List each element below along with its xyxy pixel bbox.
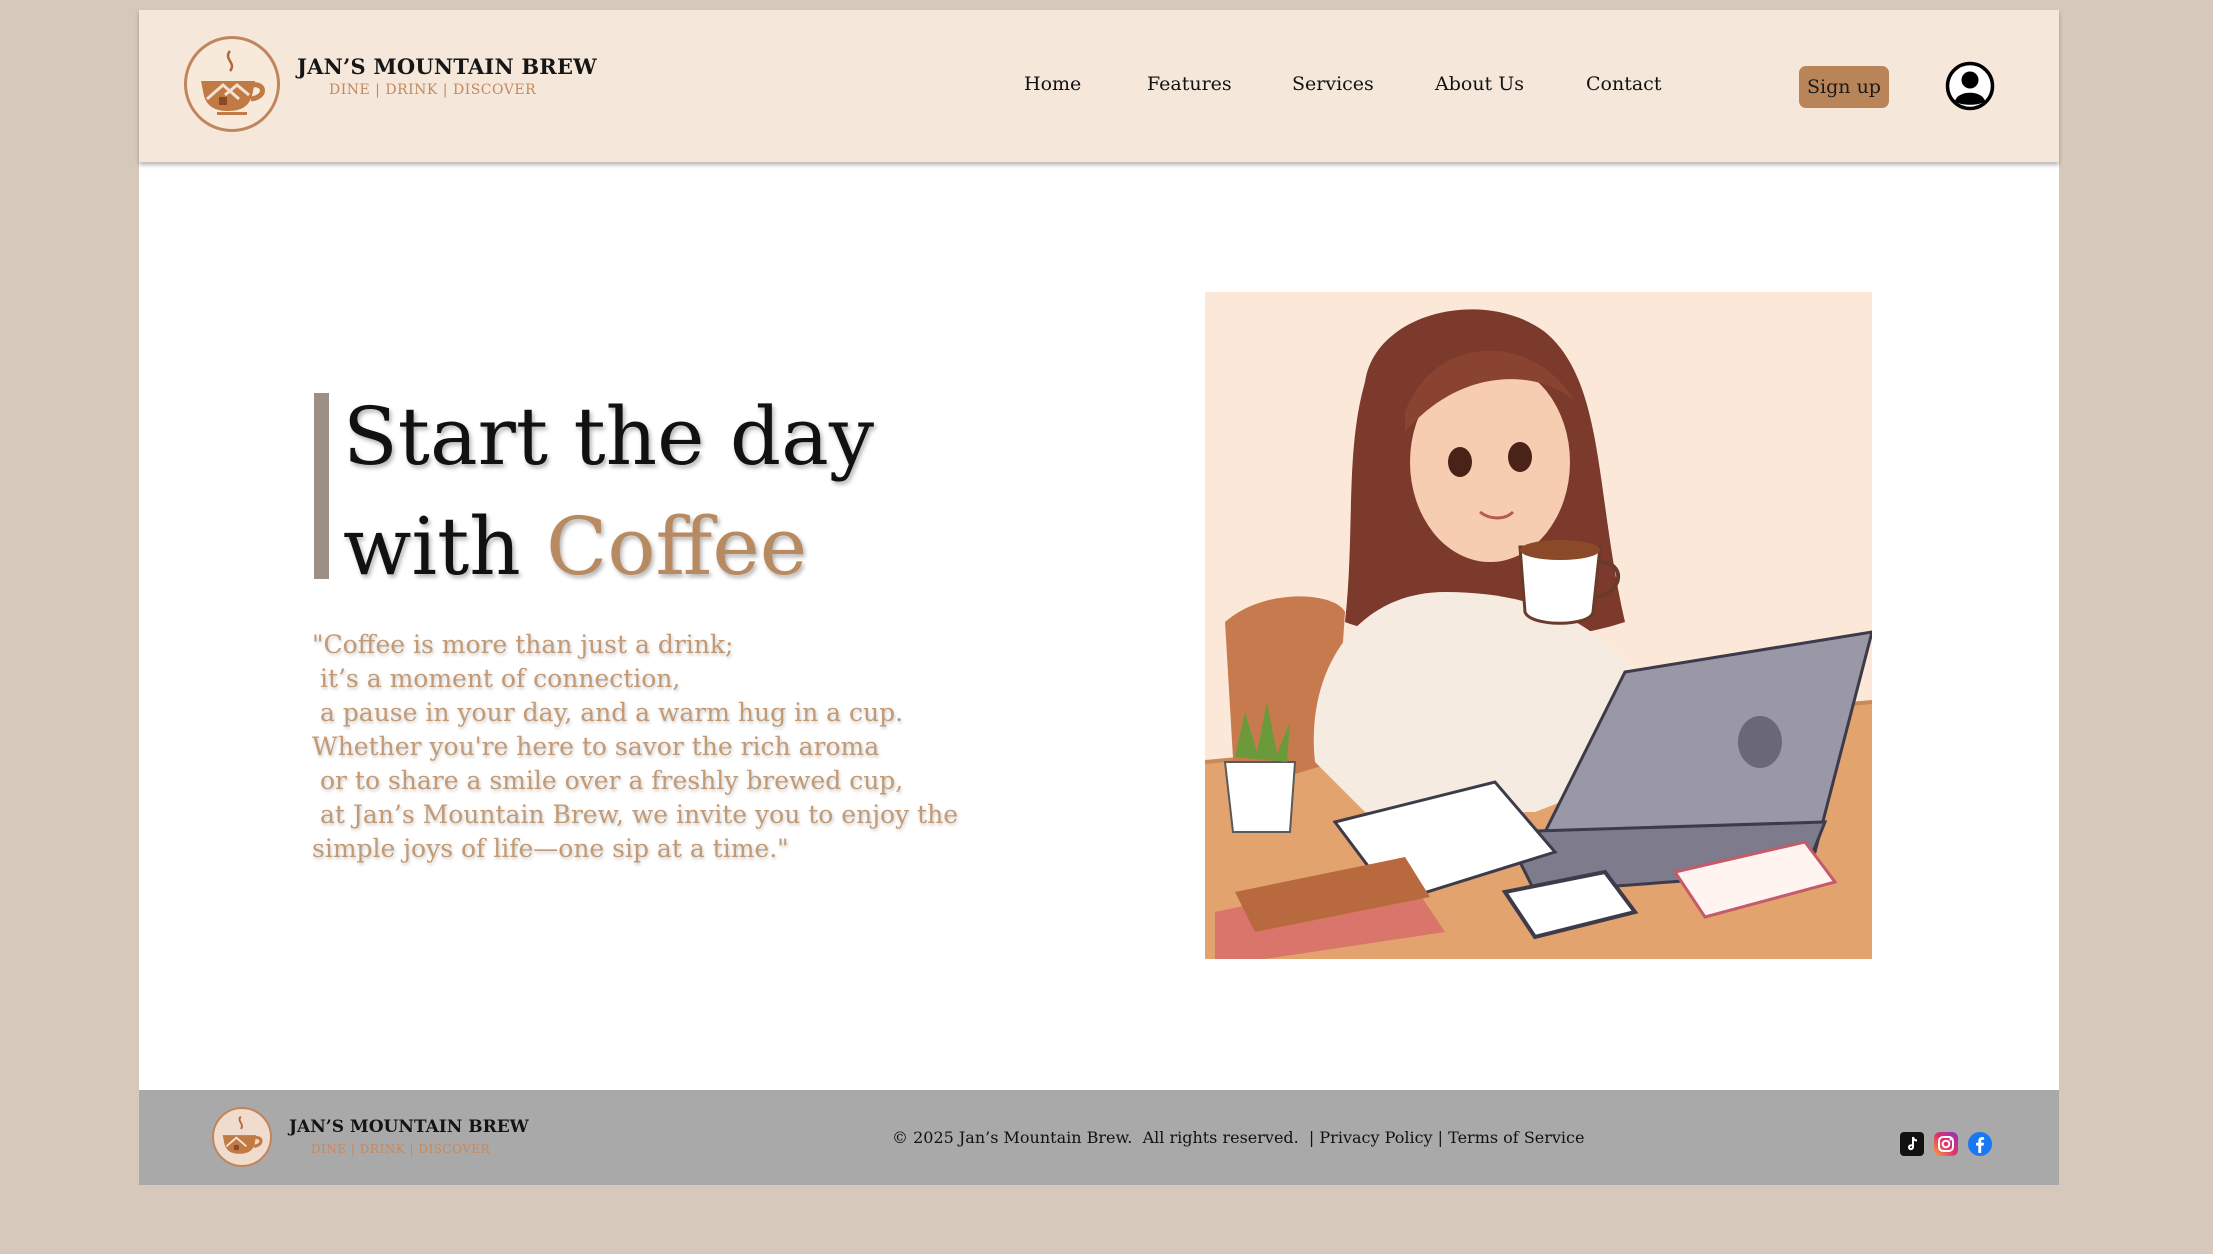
site-footer: JAN’S MOUNTAIN BREW DINE | DRINK | DISCO… <box>139 1090 2059 1185</box>
footer-legal: © 2025 Jan’s Mountain Brew. All rights r… <box>892 1128 1584 1147</box>
logo[interactable] <box>184 36 280 132</box>
coffee-cup-logo-icon <box>222 1115 263 1154</box>
privacy-policy-link[interactable]: Privacy Policy <box>1319 1128 1432 1147</box>
site-header: JAN’S MOUNTAIN BREW DINE | DRINK | DISCO… <box>139 10 2059 162</box>
woman-coffee-illustration <box>1205 292 1872 959</box>
hero-title: Start the day with Coffee <box>343 382 874 602</box>
hero-quote: "Coffee is more than just a drink; it’s … <box>312 630 959 863</box>
brand-tagline: DINE | DRINK | DISCOVER <box>329 82 537 98</box>
tiktok-icon[interactable] <box>1900 1132 1924 1156</box>
hero-accent-bar <box>314 393 329 579</box>
hero-title-line2: with <box>343 500 547 593</box>
page-frame: JAN’S MOUNTAIN BREW DINE | DRINK | DISCO… <box>139 10 2059 1185</box>
instagram-icon[interactable] <box>1934 1132 1958 1156</box>
facebook-icon[interactable] <box>1968 1132 1992 1156</box>
hero-illustration <box>1205 292 1872 959</box>
nav-services[interactable]: Services <box>1292 73 1374 95</box>
nav-contact[interactable]: Contact <box>1586 73 1661 95</box>
nav-home[interactable]: Home <box>1024 73 1081 95</box>
nav-about-us[interactable]: About Us <box>1435 73 1524 95</box>
signup-button[interactable]: Sign up <box>1799 66 1889 108</box>
coffee-cup-logo-icon <box>201 50 265 115</box>
terms-of-service-link[interactable]: Terms of Service <box>1448 1128 1584 1147</box>
footer-brand-name: JAN’S MOUNTAIN BREW <box>289 1117 529 1137</box>
user-circle-icon[interactable] <box>1945 61 1995 111</box>
copyright-text: © 2025 Jan’s Mountain Brew. All rights r… <box>892 1128 1320 1147</box>
brand-name: JAN’S MOUNTAIN BREW <box>297 54 597 79</box>
hero-title-accent: Coffee <box>546 500 808 593</box>
footer-tagline: DINE | DRINK | DISCOVER <box>311 1142 491 1156</box>
hero-title-line1: Start the day <box>343 390 875 483</box>
footer-separator: | <box>1432 1128 1449 1147</box>
nav-features[interactable]: Features <box>1147 73 1232 95</box>
footer-logo[interactable] <box>212 1107 272 1167</box>
